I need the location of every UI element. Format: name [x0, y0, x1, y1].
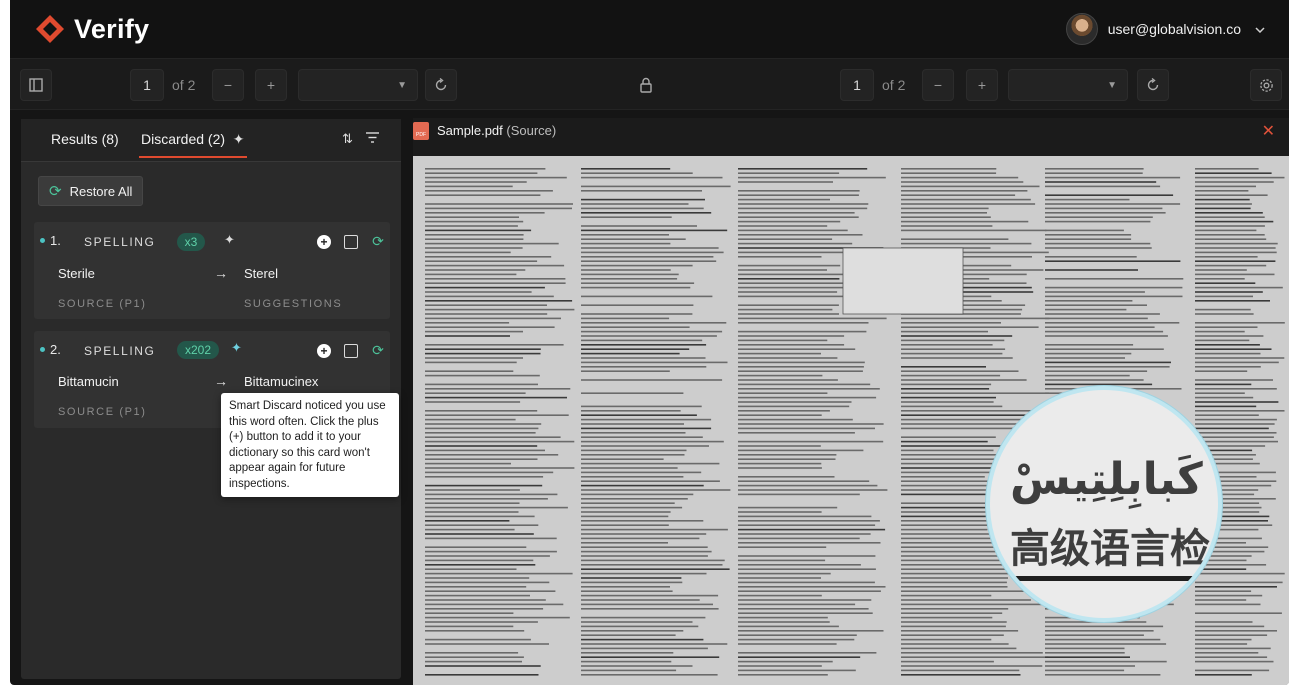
active-tab-indicator	[139, 156, 247, 158]
suggestion-word[interactable]: Bittamucinex	[244, 374, 318, 389]
logo[interactable]: Verify	[34, 13, 149, 45]
suggestion-word[interactable]: Sterel	[244, 266, 278, 281]
card-index: 2.	[50, 342, 61, 357]
viewer-toolbar: 1 of 2 − + ▼ 1 of 2 − + ▼	[10, 58, 1289, 110]
page-input-left[interactable]: 1	[130, 69, 164, 101]
zoom-select-right[interactable]: ▼	[1008, 69, 1128, 101]
app-window: Verify user@globalvision.co 1 of 2 − + ▼…	[10, 0, 1289, 685]
rotate-button-right[interactable]	[1137, 69, 1169, 101]
document-header: PDF Sample.pdf (Source) ✕	[413, 118, 1289, 156]
status-dot	[40, 347, 45, 352]
settings-button[interactable]	[1250, 69, 1282, 101]
magnifier-lens[interactable]: ـن كَبابِلِتِيسْ 高级语言检	[986, 386, 1222, 622]
comment-icon[interactable]	[344, 235, 358, 249]
sort-icon[interactable]: ⇅	[342, 131, 353, 147]
document-title: Sample.pdf (Source)	[437, 123, 556, 138]
occurrence-badge: x3	[177, 233, 205, 251]
page-count-left: of 2	[172, 77, 196, 93]
zoom-out-button-left[interactable]: −	[212, 69, 244, 101]
arrow-right-icon: →	[214, 373, 228, 389]
sidebar-icon	[29, 78, 43, 92]
sparkle-icon: ✦	[228, 131, 245, 147]
status-dot	[40, 238, 45, 243]
zoom-select-left[interactable]: ▼	[298, 69, 418, 101]
document-label: (Source)	[506, 123, 557, 138]
sparkle-icon[interactable]: ✦	[231, 340, 242, 356]
source-word: Bittamucin	[58, 374, 119, 389]
sync-lock-button[interactable]	[630, 69, 662, 101]
page-count-right: of 2	[882, 77, 906, 93]
source-label: SOURCE (P1)	[58, 298, 147, 310]
user-email: user@globalvision.co	[1107, 21, 1241, 37]
tab-discarded-label: Discarded (2)	[141, 131, 226, 147]
restore-icon: ⟳	[49, 183, 62, 200]
rotate-icon	[435, 78, 447, 91]
rotate-button-left[interactable]	[425, 69, 457, 101]
restore-all-label: Restore All	[69, 183, 133, 199]
add-to-dictionary-button[interactable]: +	[317, 235, 331, 249]
comment-icon[interactable]	[344, 344, 358, 358]
suggestions-label: SUGGESTIONS	[244, 298, 343, 310]
gear-icon	[1259, 78, 1273, 92]
source-label: SOURCE (P1)	[58, 406, 147, 418]
chevron-down-icon[interactable]	[1255, 22, 1265, 36]
restore-card-icon[interactable]: ⟳	[371, 233, 385, 249]
magnified-rule	[990, 576, 1218, 581]
tab-results[interactable]: Results (8)	[51, 131, 119, 147]
app-header: Verify user@globalvision.co	[10, 0, 1289, 58]
zoom-out-button-right[interactable]: −	[922, 69, 954, 101]
source-word: Sterile	[58, 266, 95, 281]
results-tabs: Results (8) Discarded (2) ✦ ⇅	[21, 119, 401, 162]
pdf-file-icon: PDF	[413, 122, 429, 140]
document-viewer[interactable]: ـن كَبابِلِتِيسْ 高级语言检	[413, 156, 1289, 685]
add-to-dictionary-button[interactable]: +	[317, 344, 331, 358]
restore-all-button[interactable]: ⟳ Restore All	[38, 176, 143, 206]
sparkle-icon: ✦	[224, 232, 235, 247]
zoom-in-button-left[interactable]: +	[255, 69, 287, 101]
zoom-in-button-right[interactable]: +	[966, 69, 998, 101]
sidebar-toggle-button[interactable]	[20, 69, 52, 101]
close-icon[interactable]: ✕	[1262, 121, 1275, 141]
lock-icon	[640, 77, 652, 93]
filter-icon[interactable]	[366, 131, 379, 146]
rotate-icon	[1147, 78, 1159, 91]
logo-icon	[34, 13, 66, 45]
card-type: SPELLING	[84, 235, 156, 249]
page-input-right[interactable]: 1	[840, 69, 874, 101]
app-name: Verify	[74, 13, 150, 44]
tab-discarded[interactable]: Discarded (2) ✦	[141, 131, 245, 148]
avatar[interactable]	[1065, 13, 1098, 45]
card-type: SPELLING	[84, 344, 156, 358]
user-menu[interactable]: user@globalvision.co	[1065, 13, 1265, 45]
restore-card-icon[interactable]: ⟳	[371, 342, 385, 358]
occurrence-badge: x202	[177, 341, 219, 359]
card-index: 1.	[50, 233, 61, 248]
arrow-right-icon: →	[214, 265, 228, 281]
magnified-arabic-text: ـن كَبابِلِتِيسْ	[1010, 454, 1218, 505]
discarded-card[interactable]: 1. SPELLING x3 ✦ + ⟳ Sterile → Sterel SO…	[34, 222, 390, 319]
document-filename: Sample.pdf	[437, 123, 503, 138]
smart-discard-tooltip: Smart Discard noticed you use this word …	[221, 393, 399, 497]
magnified-chinese-text: 高级语言检	[1010, 526, 1210, 572]
